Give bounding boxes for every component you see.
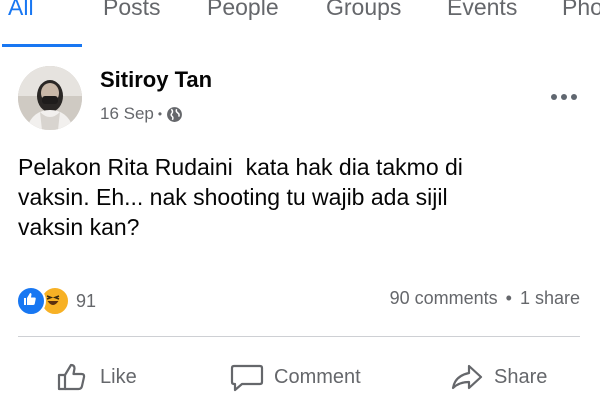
comments-count-link[interactable]: 90 comments (390, 288, 498, 309)
more-dot-icon (551, 94, 557, 100)
reactions-summary[interactable]: 91 (16, 286, 97, 316)
search-tabs: All Posts People Groups Events Pho (0, 0, 600, 48)
tab-all[interactable]: All (8, 0, 34, 21)
post-text-line: vaksin kan? (18, 214, 140, 240)
tab-photos[interactable]: Pho (562, 0, 600, 21)
comment-label: Comment (274, 365, 361, 388)
meta-separator: • (157, 107, 163, 121)
tab-events[interactable]: Events (447, 0, 517, 21)
globe-icon (167, 106, 183, 122)
stats-separator: • (505, 288, 512, 308)
thumbs-up-icon (57, 363, 86, 391)
post-body: Pelakon Rita Rudaini kata hak dia takmo … (18, 152, 578, 242)
more-dot-icon (561, 94, 567, 100)
tab-groups[interactable]: Groups (326, 0, 401, 21)
tab-people[interactable]: People (207, 0, 279, 21)
reaction-count: 91 (76, 290, 97, 311)
post-meta: 16 Sep • (100, 104, 183, 124)
more-dot-icon (571, 94, 577, 100)
like-label: Like (100, 365, 137, 388)
post-author-name[interactable]: Sitiroy Tan (100, 67, 212, 93)
shares-count-link[interactable]: 1 share (520, 288, 580, 309)
share-button[interactable]: Share (450, 362, 547, 392)
post-stats: 90 comments • 1 share (390, 288, 580, 309)
active-tab-indicator (2, 44, 82, 47)
comment-button[interactable]: Comment (230, 362, 361, 392)
share-arrow-icon (451, 364, 483, 390)
like-button[interactable]: Like (56, 362, 137, 392)
avatar[interactable] (18, 66, 82, 130)
post-text-line: vaksin. Eh... nak shooting tu wajib ada … (18, 184, 448, 210)
post-date[interactable]: 16 Sep (100, 104, 154, 124)
avatar-image (18, 66, 82, 130)
divider (18, 336, 580, 337)
like-reaction-icon (16, 286, 46, 316)
post-text-line: Pelakon Rita Rudaini kata hak dia takmo … (18, 154, 463, 180)
post-options-button[interactable] (551, 89, 581, 105)
comment-icon (230, 364, 264, 392)
share-label: Share (494, 365, 548, 388)
tab-posts[interactable]: Posts (103, 0, 161, 21)
